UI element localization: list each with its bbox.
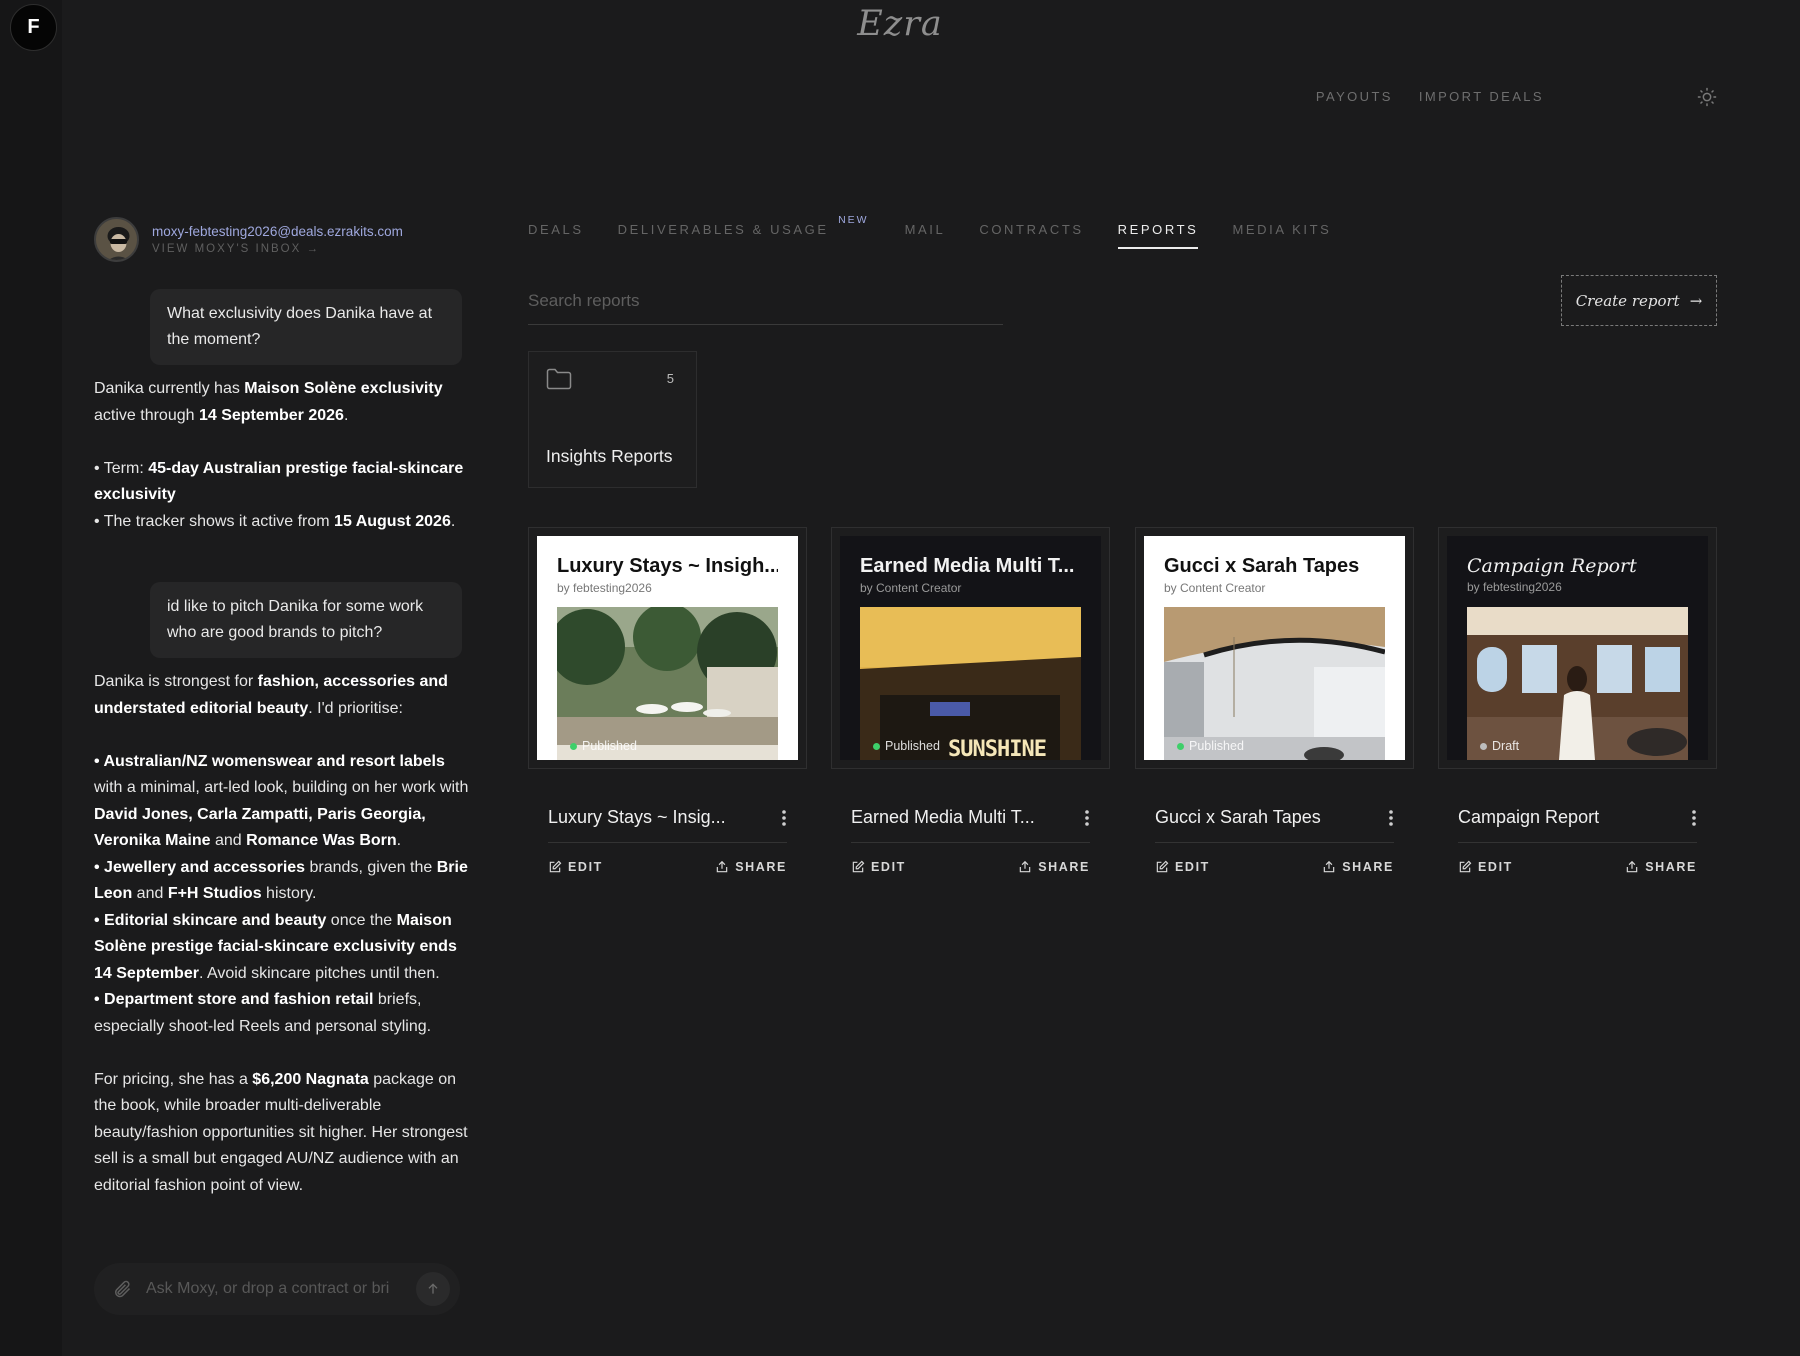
folder-insights-reports[interactable]: 5 Insights Reports xyxy=(528,351,697,488)
edit-button[interactable]: EDIT xyxy=(1458,860,1513,874)
main-tabs: DEALS DELIVERABLES & USAGE NEW MAIL CONTR… xyxy=(528,214,1365,249)
assistant-message-2: Danika is strongest for fashion, accesso… xyxy=(94,669,469,1199)
tab-media-kits[interactable]: MEDIA KITS xyxy=(1232,222,1331,249)
report-card[interactable]: Earned Media Multi T... by Content Creat… xyxy=(831,527,1110,874)
assistant-bullet: • The tracker shows it active from 15 Au… xyxy=(94,512,456,530)
assistant-paragraph: Danika currently has Maison Solène exclu… xyxy=(94,380,443,424)
thumb-title: Campaign Report xyxy=(1467,555,1637,577)
share-button[interactable]: SHARE xyxy=(1322,860,1394,874)
share-icon xyxy=(716,860,728,873)
share-button[interactable]: SHARE xyxy=(1625,860,1697,874)
assistant-bullet: • Australian/NZ womenswear and resort la… xyxy=(94,752,469,850)
import-deals-link[interactable]: IMPORT DEALS xyxy=(1419,89,1544,104)
assistant-message-1: Danika currently has Maison Solène exclu… xyxy=(94,376,469,535)
attach-paperclip-icon[interactable] xyxy=(112,1279,132,1299)
report-thumbnail[interactable]: Earned Media Multi T... by Content Creat… xyxy=(831,527,1110,769)
edit-icon xyxy=(1459,860,1472,873)
chat-input[interactable] xyxy=(146,1280,416,1298)
thumb-title: Gucci x Sarah Tapes xyxy=(1164,555,1360,577)
thumb-photo-garden xyxy=(557,607,778,760)
view-inbox-link[interactable]: VIEW MOXY'S INBOX → xyxy=(152,243,403,255)
assistant-bullet: • Jewellery and accessories brands, give… xyxy=(94,858,468,903)
thumb-photo-interior xyxy=(1164,607,1385,760)
assistant-bullet: • Department store and fashion retail br… xyxy=(94,991,432,1035)
edit-icon xyxy=(1156,860,1169,873)
report-name[interactable]: Earned Media Multi T... xyxy=(851,807,1035,828)
thumb-photo-sunshine: SUNSHINE xyxy=(860,607,1081,760)
status-badge: Published xyxy=(873,739,940,753)
arrow-up-icon xyxy=(428,1283,438,1294)
report-name[interactable]: Luxury Stays ~ Insig... xyxy=(548,807,726,828)
edit-button[interactable]: EDIT xyxy=(851,860,906,874)
create-report-button[interactable]: Create report → xyxy=(1561,275,1717,326)
share-icon xyxy=(1323,860,1335,873)
new-badge: NEW xyxy=(838,214,869,226)
user-message-2: id like to pitch Danika for some work wh… xyxy=(150,582,462,658)
tab-reports[interactable]: REPORTS xyxy=(1117,222,1199,249)
report-card[interactable]: Gucci x Sarah Tapes by Content Creator P… xyxy=(1135,527,1414,874)
tab-deals[interactable]: DEALS xyxy=(528,222,584,249)
thumb-title: Luxury Stays ~ Insigh... xyxy=(557,555,778,577)
report-name[interactable]: Gucci x Sarah Tapes xyxy=(1155,807,1321,828)
edit-icon xyxy=(852,860,865,873)
folder-label: Insights Reports xyxy=(546,446,673,466)
share-button[interactable]: SHARE xyxy=(1018,860,1090,874)
report-card[interactable]: Campaign Report by febtesting2026 Draft xyxy=(1438,527,1717,874)
assistant-bullet: • Editorial skincare and beauty once the… xyxy=(94,911,457,982)
edit-button[interactable]: EDIT xyxy=(548,860,603,874)
brand-logo: Ezra xyxy=(857,4,943,44)
moxy-avatar xyxy=(94,217,139,262)
folder-icon xyxy=(546,368,572,390)
edit-button[interactable]: EDIT xyxy=(1155,860,1210,874)
status-badge: Draft xyxy=(1480,739,1519,753)
tab-mail[interactable]: MAIL xyxy=(905,222,946,249)
share-icon xyxy=(1626,860,1638,873)
theme-toggle-sun-icon[interactable] xyxy=(1696,86,1718,108)
status-badge: Published xyxy=(1177,739,1244,753)
chat-header: moxy-febtesting2026@deals.ezrakits.com V… xyxy=(94,217,403,262)
chat-input-bar xyxy=(94,1263,460,1315)
thumb-photo-yacht xyxy=(1467,607,1688,760)
more-options-icon[interactable] xyxy=(1691,809,1697,827)
assistant-bullet: • Term: 45-day Australian prestige facia… xyxy=(94,459,464,504)
report-thumbnail[interactable]: Campaign Report by febtesting2026 Draft xyxy=(1438,527,1717,769)
more-options-icon[interactable] xyxy=(1084,809,1090,827)
report-card[interactable]: Luxury Stays ~ Insigh... by febtesting20… xyxy=(528,527,807,874)
report-thumbnail[interactable]: Luxury Stays ~ Insigh... by febtesting20… xyxy=(528,527,807,769)
payouts-link[interactable]: PAYOUTS xyxy=(1316,89,1393,104)
moxy-email[interactable]: moxy-febtesting2026@deals.ezrakits.com xyxy=(152,224,403,239)
thumb-author: by febtesting2026 xyxy=(1467,580,1562,594)
report-name[interactable]: Campaign Report xyxy=(1458,807,1599,828)
left-strip xyxy=(0,0,62,1356)
top-links: PAYOUTS IMPORT DEALS xyxy=(1316,89,1544,104)
tab-contracts[interactable]: CONTRACTS xyxy=(979,222,1083,249)
thumb-title: Earned Media Multi T... xyxy=(860,555,1075,577)
folder-count: 5 xyxy=(666,371,674,386)
status-badge: Published xyxy=(570,739,637,753)
arrow-right-icon: → xyxy=(1689,291,1703,310)
more-options-icon[interactable] xyxy=(1388,809,1394,827)
search-input[interactable] xyxy=(528,287,1003,311)
report-thumbnail[interactable]: Gucci x Sarah Tapes by Content Creator P… xyxy=(1135,527,1414,769)
share-icon xyxy=(1019,860,1031,873)
assistant-paragraph: For pricing, she has a $6,200 Nagnata pa… xyxy=(94,1070,468,1194)
search-reports xyxy=(528,287,1003,325)
tab-deliverables-usage[interactable]: DELIVERABLES & USAGE NEW xyxy=(618,214,867,249)
share-button[interactable]: SHARE xyxy=(715,860,787,874)
photo-sign-text: SUNSHINE xyxy=(948,737,1047,760)
thumb-author: by febtesting2026 xyxy=(557,581,652,595)
user-message-1: What exclusivity does Danika have at the… xyxy=(150,289,462,365)
thumb-author: by Content Creator xyxy=(860,581,962,595)
more-options-icon[interactable] xyxy=(781,809,787,827)
edit-icon xyxy=(549,860,562,873)
assistant-paragraph: Danika is strongest for fashion, accesso… xyxy=(94,673,448,717)
send-button[interactable] xyxy=(416,1272,450,1306)
thumb-author: by Content Creator xyxy=(1164,581,1266,595)
